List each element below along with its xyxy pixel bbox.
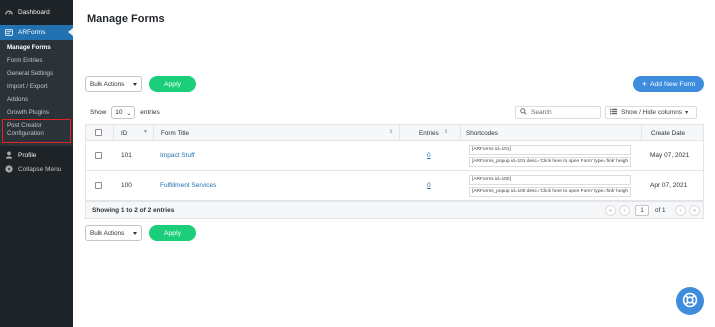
admin-sidebar: Dashboard ARForms Manage Forms Form Entr… <box>0 0 73 327</box>
row-checkbox[interactable] <box>95 182 102 189</box>
page-count-label: of 1 <box>655 207 666 214</box>
show-label: Show <box>90 109 107 116</box>
shortcode-field[interactable]: [ARForms id=101] <box>469 145 631 155</box>
sidebar-item-profile[interactable]: Profile <box>0 148 73 162</box>
next-page-icon[interactable]: › <box>675 205 686 216</box>
prev-page-icon[interactable]: ‹ <box>619 205 630 216</box>
bulk-actions-select-bottom[interactable]: Bulk Actions <box>85 225 142 241</box>
search-placeholder: Search <box>531 109 552 116</box>
col-header-id[interactable]: ID <box>121 130 127 137</box>
table-footer: Showing 1 to 2 of 2 entries « ‹ 1 of 1 ›… <box>85 201 704 219</box>
sort-desc-icon[interactable]: ▼ <box>143 129 148 135</box>
popup-shortcode-field[interactable]: [ARForms_popup id=101 desc='Click here t… <box>469 157 631 167</box>
entries-label: entries <box>140 109 160 116</box>
col-header-shortcodes: Shortcodes <box>466 130 498 137</box>
bulk-actions-select-top[interactable]: Bulk Actions <box>85 76 142 92</box>
sidebar-item-dashboard[interactable]: Dashboard <box>0 5 73 19</box>
sidebar-item-label: Collapse Menu <box>18 165 62 173</box>
entries-summary: Showing 1 to 2 of 2 entries <box>92 207 175 214</box>
page-size-select[interactable]: 10 ⌄ <box>111 106 136 119</box>
divider <box>641 125 642 142</box>
row-id: 100 <box>121 182 132 189</box>
sidebar-item-arforms[interactable]: ARForms <box>0 25 73 40</box>
table-row: 100 Fulfillment Services 0 [ARForms id=1… <box>85 171 704 201</box>
divider <box>153 125 154 142</box>
col-header-create-date[interactable]: Create Date <box>651 130 685 137</box>
create-date: Apr 07, 2021 <box>650 182 688 189</box>
form-title-link[interactable]: Impact Stuff <box>160 152 195 159</box>
sidebar-item-label: ARForms <box>18 29 46 36</box>
select-all-checkbox[interactable] <box>95 129 102 136</box>
popup-shortcode-field[interactable]: [ARForms_popup id=100 desc='Click here t… <box>469 187 631 197</box>
columns-icon <box>610 108 617 117</box>
sort-icon[interactable]: ⇕ <box>444 129 448 135</box>
submenu-general-settings[interactable]: General Settings <box>7 70 53 78</box>
last-page-icon[interactable]: » <box>689 205 700 216</box>
table-header: ID ▼ Form Title ⇕ Entries ⇕ Shortcodes C… <box>85 124 704 142</box>
col-header-form-title[interactable]: Form Title <box>161 130 189 137</box>
help-support-button[interactable] <box>676 287 704 315</box>
dashboard-icon <box>4 7 14 17</box>
collapse-icon <box>4 164 14 174</box>
page-number-input[interactable]: 1 <box>635 205 649 216</box>
form-title-link[interactable]: Fulfillment Services <box>160 182 216 189</box>
search-icon <box>520 108 527 117</box>
entries-count-link[interactable]: 0 <box>427 152 431 159</box>
arforms-icon <box>4 28 14 38</box>
row-checkbox[interactable] <box>95 152 102 159</box>
entries-count-link[interactable]: 0 <box>427 182 431 189</box>
columns-label: Show / Hide columns <box>621 109 683 116</box>
user-icon <box>4 150 14 160</box>
shortcode-field[interactable]: [ARForms id=100] <box>469 175 631 185</box>
divider <box>399 125 400 142</box>
apply-button-bottom[interactable]: Apply <box>149 225 196 241</box>
search-input[interactable]: Search <box>515 106 601 119</box>
sort-icon[interactable]: ⇕ <box>389 129 393 135</box>
page-size-value: 10 <box>115 109 123 116</box>
submenu-growth-plugins[interactable]: Growth Plugins <box>7 109 49 117</box>
submenu-addons[interactable]: Addons <box>7 96 28 104</box>
caret-down-icon <box>133 232 137 235</box>
row-id: 101 <box>121 152 132 159</box>
sidebar-item-label: Dashboard <box>18 8 50 16</box>
table-row: 101 Impact Stuff 0 [ARForms id=101] [ARF… <box>85 141 704 171</box>
bulk-actions-label: Bulk Actions <box>90 80 125 88</box>
divider <box>460 125 461 142</box>
highlight-outline <box>2 119 71 143</box>
bulk-actions-label: Bulk Actions <box>90 229 125 237</box>
apply-button-top[interactable]: Apply <box>149 76 196 92</box>
submenu-form-entries[interactable]: Form Entries <box>7 57 42 65</box>
submenu-manage-forms[interactable]: Manage Forms <box>7 44 51 52</box>
plus-icon: + <box>641 78 647 89</box>
page-size-control: Show 10 ⌄ entries <box>90 106 160 119</box>
submenu-import-export[interactable]: Import / Export <box>7 83 48 91</box>
add-new-form-button[interactable]: + Add New Form <box>633 76 704 92</box>
first-page-icon[interactable]: « <box>605 205 616 216</box>
chevron-down-icon: ▾ <box>685 110 689 116</box>
create-date: May 07, 2021 <box>650 152 690 159</box>
lifebuoy-icon <box>682 292 698 310</box>
add-new-form-label: Add New Form <box>649 80 696 88</box>
caret-down-icon <box>133 83 137 86</box>
page-title: Manage Forms <box>87 13 165 25</box>
divider <box>113 125 114 142</box>
chevron-down-icon: ⌄ <box>126 111 132 117</box>
sidebar-item-label: Profile <box>18 151 37 159</box>
show-hide-columns-button[interactable]: Show / Hide columns ▾ <box>605 106 697 119</box>
col-header-entries[interactable]: Entries <box>419 130 439 137</box>
collapse-menu-button[interactable]: Collapse Menu <box>0 162 73 176</box>
